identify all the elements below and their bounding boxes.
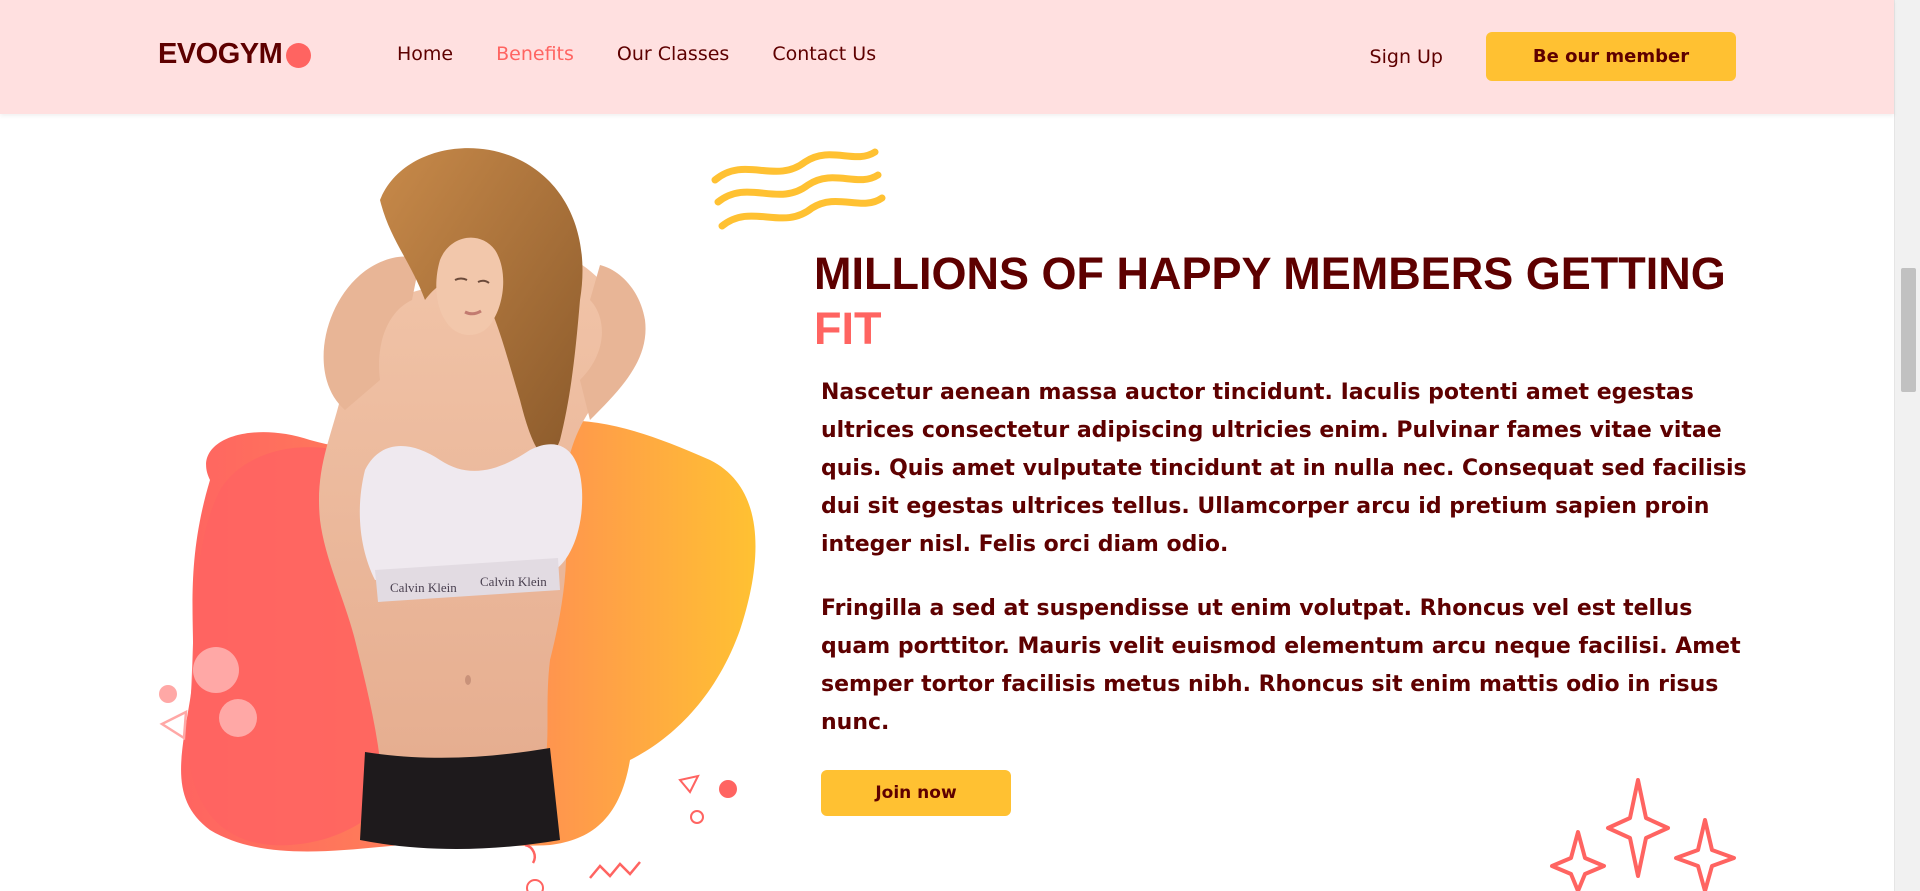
nav-link-our-classes[interactable]: Our Classes bbox=[617, 43, 729, 65]
nav-link-contact-us[interactable]: Contact Us bbox=[772, 43, 876, 65]
brand-text-left: Calvin Klein bbox=[390, 580, 457, 595]
sparkles-icon bbox=[1550, 778, 1736, 891]
nav-link-home[interactable]: Home bbox=[397, 43, 453, 65]
nav-actions: Sign Up Be our member bbox=[1370, 32, 1736, 81]
confetti-arc bbox=[524, 843, 536, 864]
be-our-member-button[interactable]: Be our member bbox=[1486, 32, 1736, 81]
description-paragraph-1: Nascetur aenean massa auctor tincidunt. … bbox=[821, 380, 1747, 557]
logo-dot-icon bbox=[286, 43, 312, 68]
logo[interactable]: EVOGYM bbox=[158, 38, 312, 71]
confetti-circle-2 bbox=[219, 699, 257, 737]
person-navel bbox=[465, 675, 471, 685]
scrollbar-thumb[interactable] bbox=[1901, 268, 1916, 392]
section-headline: MILLIONS OF HAPPY MEMBERS GETTING FIT bbox=[814, 246, 1760, 356]
description-paragraph-2: Fringilla a sed at suspendisse ut enim v… bbox=[821, 596, 1741, 735]
brand-text-right: Calvin Klein bbox=[480, 574, 547, 589]
hero-image: Calvin Klein Calvin Klein bbox=[159, 148, 756, 891]
navbar: EVOGYM Home Benefits Our Classes Contact… bbox=[0, 0, 1894, 114]
join-now-button[interactable]: Join now bbox=[821, 770, 1011, 816]
waves-icon bbox=[711, 148, 886, 230]
nav-links: Home Benefits Our Classes Contact Us bbox=[397, 43, 876, 65]
confetti-circle-6 bbox=[526, 879, 544, 891]
confetti-circle-5 bbox=[690, 810, 704, 824]
logo-text: EVOGYM bbox=[158, 38, 283, 70]
headline-accent: FIT bbox=[814, 303, 882, 354]
confetti-triangle-1 bbox=[159, 709, 188, 741]
confetti-circle-1 bbox=[193, 647, 239, 693]
confetti-zigzag bbox=[589, 861, 641, 879]
scrollbar[interactable] bbox=[1894, 0, 1920, 891]
headline-text: MILLIONS OF HAPPY MEMBERS GETTING bbox=[814, 248, 1726, 299]
sign-up-link[interactable]: Sign Up bbox=[1370, 46, 1443, 68]
nav-link-benefits[interactable]: Benefits bbox=[496, 43, 574, 65]
confetti-circle-4 bbox=[719, 780, 737, 798]
confetti-triangle-2 bbox=[678, 774, 700, 794]
person-leggings bbox=[360, 748, 560, 849]
confetti-circle-3 bbox=[159, 685, 177, 703]
